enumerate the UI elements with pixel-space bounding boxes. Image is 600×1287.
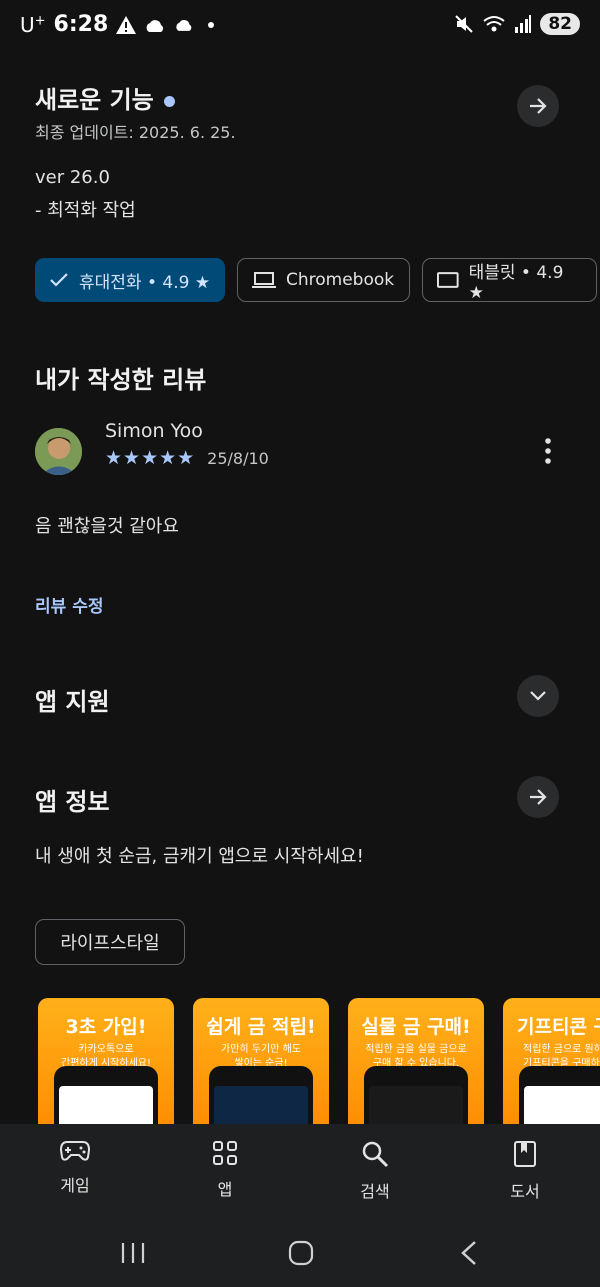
system-navigation <box>0 1222 600 1287</box>
bottom-navigation: 게임 앱 검색 도서 <box>0 1124 600 1222</box>
check-icon <box>50 273 68 287</box>
home-icon[interactable] <box>288 1240 314 1266</box>
app-info-arrow-button[interactable] <box>517 776 559 818</box>
battery-indicator: 82 <box>540 13 580 35</box>
review-author: Simon Yoo <box>105 420 203 442</box>
nav-apps[interactable]: 앱 <box>175 1140 275 1200</box>
status-bar: U+ 6:28 82 <box>0 0 600 54</box>
last-updated: 최종 업데이트: 2025. 6. 25. <box>35 123 236 142</box>
nav-books[interactable]: 도서 <box>475 1140 575 1202</box>
screenshot-title: 실물 금 구매! <box>361 1016 471 1038</box>
chip-phone[interactable]: 휴대전화 • 4.9 ★ <box>35 258 225 302</box>
chevron-down-icon <box>530 691 546 701</box>
nav-books-label: 도서 <box>510 1182 540 1201</box>
category-chip[interactable]: 라이프스타일 <box>35 919 185 965</box>
review-date: 25/8/10 <box>207 448 269 468</box>
cloud-icon <box>176 20 192 31</box>
screenshot-title: 쉽게 금 적립! <box>206 1016 316 1038</box>
screenshot-title: 기프티콘 구 <box>517 1016 600 1038</box>
screenshot-caption: 적립한 금을 실물 금으로 <box>365 1044 467 1055</box>
avatar <box>35 428 82 475</box>
cloud-icon <box>146 19 164 32</box>
app-support-title: 앱 지원 <box>35 688 110 716</box>
version-text: ver 26.0 <box>35 167 110 188</box>
nav-games-label: 게임 <box>60 1176 90 1195</box>
screenshot-4[interactable]: 기프티콘 구 적립한 금으로 원하기프티콘을 구매하세 <box>503 998 600 1138</box>
nav-search-label: 검색 <box>360 1182 390 1201</box>
book-icon <box>514 1141 536 1167</box>
update-note: - 최적화 작업 <box>35 200 136 221</box>
screenshot-caption: 카카오톡으로 <box>78 1044 134 1055</box>
chip-tablet-label: 태블릿 • 4.9 ★ <box>468 262 564 303</box>
mute-icon <box>455 15 474 33</box>
my-review-title: 내가 작성한 리뷰 <box>35 366 207 394</box>
screenshot-2[interactable]: 쉽게 금 적립! 가만히 두기만 해도 쌓이는 순금! <box>193 998 329 1138</box>
tablet-icon <box>437 272 459 288</box>
warning-icon <box>116 15 137 34</box>
nav-games[interactable]: 게임 <box>25 1140 125 1196</box>
new-dot-icon <box>163 95 175 107</box>
carrier-label: U+ <box>20 12 46 37</box>
gamepad-icon <box>60 1141 90 1161</box>
screenshot-caption: 가만히 두기만 해도 <box>221 1044 301 1055</box>
whats-new-section: 새로운 기능 최종 업데이트: 2025. 6. 25. ver 26.0 - … <box>35 80 560 222</box>
clock: 6:28 <box>53 12 109 37</box>
recent-apps-icon[interactable] <box>120 1242 146 1264</box>
screenshot-1[interactable]: 3초 가입! 카카오톡으로 간편하게 시작하세요! <box>38 998 174 1138</box>
whats-new-title: 새로운 기능 <box>35 80 560 115</box>
whats-new-arrow-button[interactable] <box>517 85 559 127</box>
screenshot-title: 3초 가입! <box>65 1016 147 1038</box>
screenshot-caption: 적립한 금으로 원하 <box>523 1044 600 1055</box>
notification-dot-icon <box>208 21 215 28</box>
chip-chromebook-label: Chromebook <box>286 270 395 290</box>
apps-grid-icon <box>213 1141 237 1165</box>
review-text: 음 괜찮을것 같아요 <box>35 516 179 537</box>
chip-chromebook[interactable]: Chromebook <box>237 258 410 302</box>
nav-apps-label: 앱 <box>217 1180 233 1199</box>
laptop-icon <box>252 272 276 288</box>
chip-phone-label: 휴대전화 • 4.9 ★ <box>79 272 211 293</box>
screenshot-3[interactable]: 실물 금 구매! 적립한 금을 실물 금으로 구매 할 수 있습니다. <box>348 998 484 1138</box>
app-info-title: 앱 정보 <box>35 788 110 816</box>
app-support-expand-button[interactable] <box>517 675 559 717</box>
signal-icon <box>515 15 532 33</box>
nav-search[interactable]: 검색 <box>325 1140 425 1202</box>
back-icon[interactable] <box>460 1240 478 1266</box>
app-description: 내 생애 첫 순금, 금캐기 앱으로 시작하세요! <box>35 846 364 867</box>
wifi-icon <box>483 16 505 32</box>
chip-tablet[interactable]: 태블릿 • 4.9 ★ <box>422 258 597 303</box>
arrow-right-icon <box>530 98 547 114</box>
review-more-button[interactable] <box>538 437 558 465</box>
review-stars: ★★★★★ <box>105 447 196 469</box>
more-vert-icon <box>545 438 551 464</box>
search-icon <box>362 1141 389 1168</box>
edit-review-link[interactable]: 리뷰 수정 <box>35 592 103 617</box>
arrow-right-icon <box>530 789 547 805</box>
